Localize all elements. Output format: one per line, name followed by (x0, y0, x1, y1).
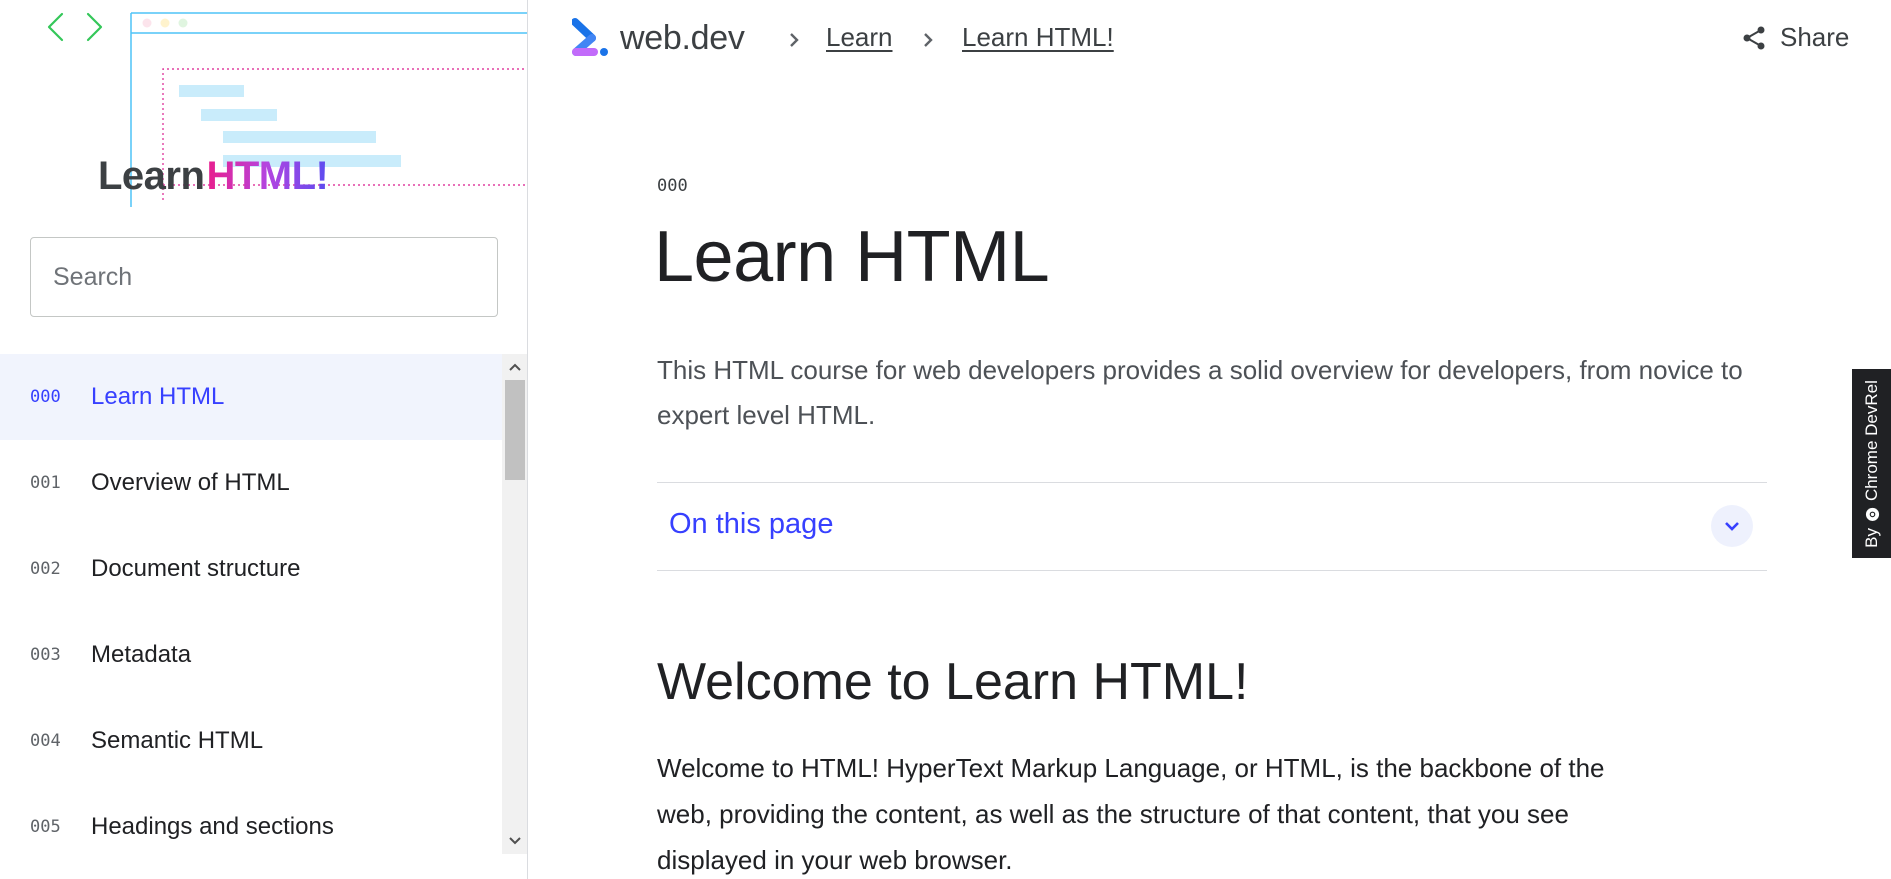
nav-scrollbar[interactable] (502, 354, 527, 854)
nav-item-label: Semantic HTML (91, 727, 264, 754)
nav-item-learn-html[interactable]: 000 Learn HTML (0, 354, 502, 440)
nav-item-label: Metadata (91, 641, 192, 668)
scroll-thumb[interactable] (505, 380, 525, 480)
breadcrumb-learn[interactable]: Learn (826, 22, 893, 53)
nav-item-semantic-html[interactable]: 004 Semantic HTML (0, 698, 502, 784)
nav-item-label: Document structure (91, 555, 301, 582)
nav-item-document-structure[interactable]: 002 Document structure (0, 526, 502, 612)
nav-item-number: 001 (30, 473, 61, 493)
nav-item-headings-sections[interactable]: 005 Headings and sections (0, 784, 502, 870)
badge-content: By Chrome DevRel (1862, 380, 1882, 548)
section-heading: Welcome to Learn HTML! (657, 653, 1249, 711)
badge-by-label: By (1861, 527, 1881, 548)
page-number: 000 (657, 176, 688, 196)
chevron-right-icon (918, 28, 938, 52)
nav-item-label: Learn HTML (91, 383, 225, 410)
chrome-devrel-badge[interactable]: By Chrome DevRel (1852, 369, 1891, 558)
nav-item-number: 005 (30, 817, 61, 837)
chevron-right-icon (784, 28, 804, 52)
course-hero: LearnHTML! (0, 0, 527, 220)
window-dot (142, 18, 152, 28)
search-input[interactable] (30, 237, 498, 317)
course-title-word: Learn (98, 154, 205, 198)
share-label: Share (1780, 22, 1850, 52)
breadcrumb-learn-html[interactable]: Learn HTML! (962, 22, 1114, 53)
scroll-up-arrow-icon[interactable] (502, 354, 527, 380)
share-icon (1743, 26, 1765, 49)
brand-name: web.dev (620, 18, 745, 57)
nav-item-metadata[interactable]: 003 Metadata (0, 612, 502, 698)
window-dot (160, 18, 170, 28)
window-dot (178, 18, 188, 28)
nav-item-number: 000 (30, 387, 61, 407)
course-title-highlight: HTML! (206, 154, 329, 198)
scroll-down-arrow-icon[interactable] (502, 828, 527, 854)
sidebar: LearnHTML! 000 Learn HTML 001 Overview o… (0, 0, 528, 879)
chevron-down-icon[interactable] (1711, 505, 1753, 547)
web-dev-logo-icon (572, 18, 608, 56)
page: LearnHTML! 000 Learn HTML 001 Overview o… (0, 0, 1891, 879)
on-this-page-toggle[interactable]: On this page (657, 482, 1767, 571)
nav-item-number: 002 (30, 559, 61, 579)
nav-item-number: 004 (30, 731, 61, 751)
course-nav: 000 Learn HTML 001 Overview of HTML 002 … (0, 354, 502, 854)
course-title: LearnHTML! (98, 150, 329, 202)
page-title: Learn HTML (654, 217, 1050, 297)
nav-item-number: 003 (30, 645, 61, 665)
code-brackets-icon (47, 12, 103, 42)
brand-link[interactable]: web.dev (572, 18, 745, 58)
nav-item-label: Headings and sections (91, 813, 334, 840)
share-button[interactable]: Share (1742, 22, 1849, 53)
intro-text: This HTML course for web developers prov… (657, 355, 1743, 430)
top-bar: web.dev Learn Learn HTML! Share (528, 0, 1891, 84)
toc-label: On this page (669, 508, 834, 540)
nav-item-label: Overview of HTML (91, 469, 290, 496)
nav-item-overview[interactable]: 001 Overview of HTML (0, 440, 502, 526)
badge-label: Chrome DevRel (1861, 379, 1881, 501)
chrome-logo-icon (1864, 507, 1879, 522)
body-paragraph: Welcome to HTML! HyperText Markup Langua… (657, 753, 1605, 875)
